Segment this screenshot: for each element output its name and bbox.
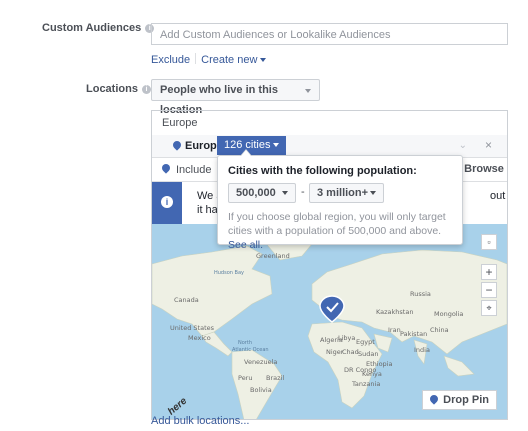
add-bulk-locations-link[interactable]: Add bulk locations... bbox=[151, 415, 249, 427]
world-map[interactable]: Canada United States Mexico North Atlant… bbox=[152, 224, 507, 419]
exclude-link[interactable]: Exclude bbox=[151, 54, 190, 66]
browse-button[interactable]: Browse bbox=[460, 158, 507, 181]
location-pin-icon bbox=[428, 393, 440, 405]
svg-text:Bolivia: Bolivia bbox=[250, 386, 272, 394]
info-notice-icon: i bbox=[152, 182, 182, 224]
crosshair-icon[interactable]: ⌖ bbox=[481, 300, 497, 316]
svg-text:Mexico: Mexico bbox=[188, 334, 211, 342]
caret-down-icon bbox=[282, 191, 288, 195]
caret-down-icon bbox=[305, 89, 311, 93]
svg-text:Sudan: Sudan bbox=[358, 350, 378, 358]
audience-links: Exclude Create new bbox=[151, 53, 267, 66]
svg-text:Egypt: Egypt bbox=[356, 338, 375, 346]
custom-audiences-input[interactable]: Add Custom Audiences or Lookalike Audien… bbox=[151, 23, 508, 45]
include-dropdown[interactable]: Include bbox=[160, 162, 224, 176]
svg-text:Tanzania: Tanzania bbox=[351, 380, 380, 388]
drop-pin-button[interactable]: Drop Pin bbox=[422, 390, 497, 410]
max-population-select[interactable]: 3 million+ bbox=[309, 183, 384, 203]
custom-audiences-label: Custom Audiences i bbox=[42, 22, 155, 34]
fullscreen-icon[interactable]: ▫ bbox=[481, 234, 497, 250]
caret-down-icon bbox=[370, 191, 376, 195]
notice-text-end: out bbox=[490, 190, 506, 202]
range-separator: - bbox=[301, 186, 305, 198]
svg-text:Brazil: Brazil bbox=[266, 374, 284, 382]
popover-title: Cities with the following population: bbox=[228, 165, 417, 177]
svg-text:Atlantic Ocean: Atlantic Ocean bbox=[232, 347, 269, 353]
close-icon[interactable]: × bbox=[485, 138, 492, 152]
locations-label: Locations i bbox=[86, 83, 151, 95]
svg-text:North: North bbox=[238, 340, 252, 346]
svg-text:Greenland: Greenland bbox=[256, 252, 290, 260]
svg-text:Hudson Bay: Hudson Bay bbox=[214, 270, 244, 276]
region-group-title: Europe bbox=[162, 117, 198, 129]
zoom-in-button[interactable]: + bbox=[481, 264, 497, 280]
svg-text:Chad: Chad bbox=[342, 348, 359, 356]
city-population-popover: Cities with the following population: 50… bbox=[217, 149, 463, 251]
create-new-link[interactable]: Create new bbox=[201, 54, 267, 66]
chevron-down-icon[interactable]: ⌄ bbox=[459, 140, 467, 151]
svg-text:India: India bbox=[414, 346, 430, 354]
caret-down-icon bbox=[260, 58, 267, 62]
location-pin-icon bbox=[171, 139, 183, 151]
svg-text:Libya: Libya bbox=[338, 334, 355, 342]
selected-region-row: Europe 126 cities ⌄ × bbox=[152, 135, 507, 157]
svg-text:United States: United States bbox=[170, 324, 215, 332]
svg-text:Kazakhstan: Kazakhstan bbox=[376, 308, 413, 316]
popover-note: If you choose global region, you will on… bbox=[228, 211, 446, 251]
svg-text:Mongolia: Mongolia bbox=[434, 310, 463, 318]
caret-down-icon bbox=[273, 143, 280, 147]
location-pin-icon bbox=[160, 162, 172, 174]
svg-text:Peru: Peru bbox=[238, 374, 252, 382]
svg-text:China: China bbox=[430, 326, 449, 334]
see-all-link[interactable]: See all. bbox=[228, 239, 263, 251]
svg-text:Kenya: Kenya bbox=[362, 370, 382, 378]
location-mode-dropdown[interactable]: People who live in this location bbox=[151, 79, 320, 116]
svg-text:Pakistan: Pakistan bbox=[400, 330, 427, 338]
svg-text:Russia: Russia bbox=[410, 290, 431, 298]
zoom-out-button[interactable]: − bbox=[481, 282, 497, 298]
min-population-select[interactable]: 500,000 bbox=[228, 183, 296, 203]
svg-text:Venezuela: Venezuela bbox=[244, 358, 277, 366]
svg-text:Iran: Iran bbox=[388, 326, 401, 334]
svg-text:Canada: Canada bbox=[174, 296, 199, 304]
info-icon[interactable]: i bbox=[141, 85, 151, 94]
divider bbox=[195, 53, 197, 64]
